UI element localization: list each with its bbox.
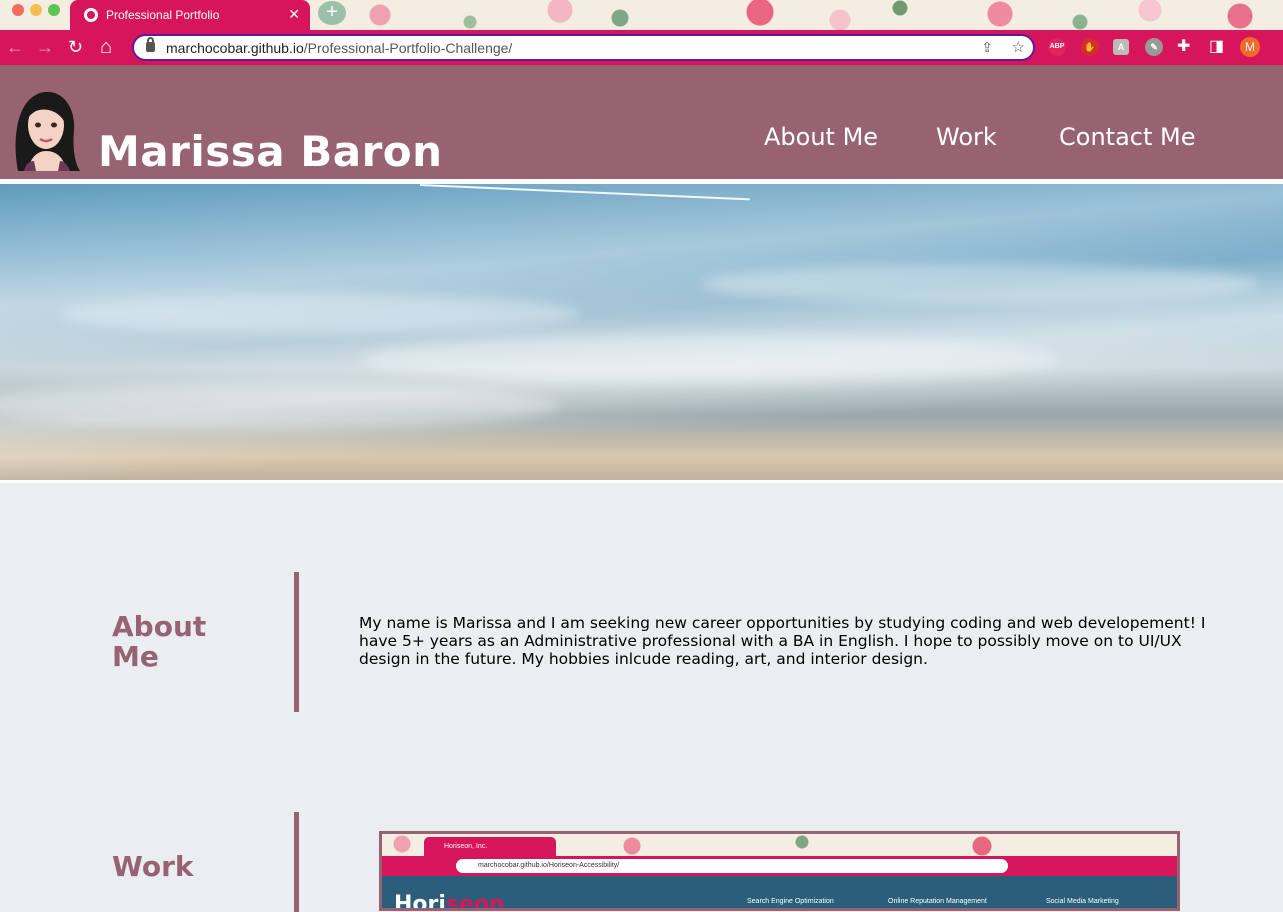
avatar-portrait (15, 91, 80, 171)
browser-menu-icon[interactable]: ⋮ (1276, 38, 1283, 58)
cloud (700, 264, 1260, 304)
work-heading: Work (112, 850, 194, 883)
address-url[interactable]: marchocobar.github.io/Professional-Portf… (166, 40, 512, 56)
tab-title: Professional Portfolio (106, 8, 220, 22)
lock-icon[interactable] (146, 37, 155, 52)
puzzle-extensions-icon[interactable]: ✚ (1177, 37, 1190, 57)
work-project-screenshot[interactable]: Horiseon, Inc. marchocobar.github.io/Hor… (379, 831, 1180, 911)
tab-close-icon[interactable]: ✕ (288, 6, 300, 23)
new-tab-button[interactable]: + (318, 1, 346, 25)
about-heading-line1: About (112, 610, 207, 643)
globe-icon (84, 8, 98, 22)
cloud (360, 334, 1060, 384)
cloud (60, 294, 580, 334)
browser-tab-active[interactable]: Professional Portfolio ✕ (70, 0, 310, 30)
nav-about-me[interactable]: About Me (764, 123, 878, 151)
site-header: Marissa Baron About Me Work Contact Me (0, 65, 1283, 179)
about-body: My name is Marissa and I am seeking new … (359, 614, 1206, 668)
forward-icon[interactable]: → (36, 37, 54, 57)
adblock-extension-icon[interactable]: ABP (1048, 38, 1066, 56)
back-icon[interactable]: ← (6, 37, 24, 57)
about-divider-bar (294, 572, 299, 712)
browser-toolbar: ← → ↻ ⌂ marchocobar.github.io/Profession… (0, 30, 1283, 65)
hand-extension-icon[interactable]: ✋ (1081, 38, 1099, 56)
about-heading-line2: Me (112, 640, 159, 673)
home-icon[interactable]: ⌂ (100, 37, 112, 57)
hero-sky-image (0, 184, 1283, 480)
work-divider-bar (294, 812, 299, 912)
nav-work[interactable]: Work (936, 123, 997, 151)
reload-icon[interactable]: ↻ (68, 37, 83, 57)
site-title: Marissa Baron (98, 127, 443, 176)
side-panel-icon[interactable]: ◨ (1209, 37, 1224, 57)
screenshot-address-bar: marchocobar.github.io/Horiseon-Accessibi… (456, 859, 1008, 873)
minimize-window-icon[interactable] (30, 4, 42, 16)
pen-extension-icon[interactable]: ✎ (1145, 38, 1163, 56)
about-heading: About Me (112, 612, 206, 672)
bookmark-star-icon[interactable]: ☆ (1012, 38, 1025, 56)
screenshot-page: Horiseon Search Engine Optimization Onli… (382, 876, 1177, 908)
profile-avatar-button[interactable]: M (1240, 37, 1260, 57)
nav-contact-me[interactable]: Contact Me (1059, 123, 1195, 151)
screenshot-tab-title: Horiseon, Inc. (424, 837, 556, 856)
hero-divider (0, 480, 1283, 483)
extension-icon[interactable]: A (1113, 39, 1129, 55)
cloud (0, 384, 560, 429)
share-icon[interactable]: ⇪ (981, 39, 993, 56)
close-window-icon[interactable] (12, 4, 24, 16)
address-bar[interactable]: marchocobar.github.io/Professional-Portf… (132, 34, 1035, 61)
maximize-window-icon[interactable] (48, 4, 60, 16)
contrail (419, 184, 750, 201)
browser-tabstrip: Professional Portfolio ✕ + (0, 0, 1283, 30)
